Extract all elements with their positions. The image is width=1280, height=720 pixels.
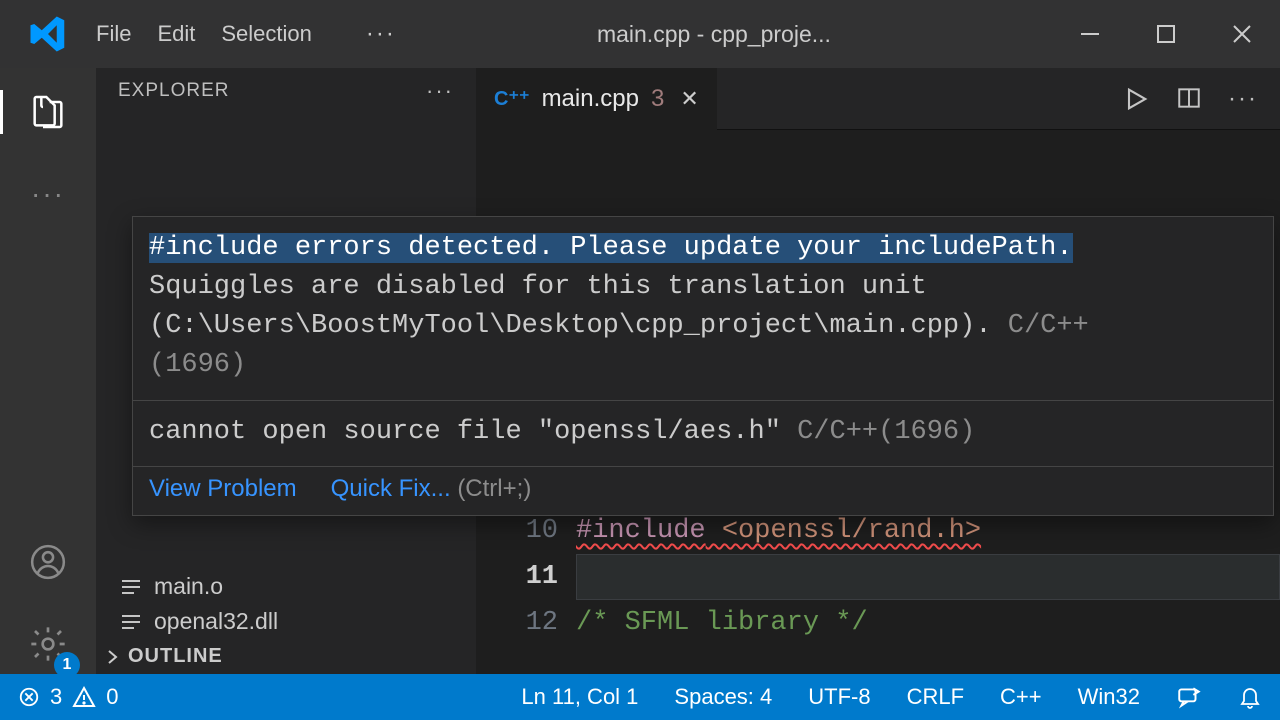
tab-close-icon[interactable]: ✕ xyxy=(680,86,698,112)
warning-icon xyxy=(72,685,96,709)
window-title: main.cpp - cpp_proje... xyxy=(376,21,1052,48)
file-name: openal32.dll xyxy=(154,608,278,635)
view-problem-link[interactable]: View Problem xyxy=(149,475,297,503)
file-name: main.o xyxy=(154,573,223,600)
menu-file[interactable]: File xyxy=(96,21,131,47)
status-indent[interactable]: Spaces: 4 xyxy=(656,674,790,720)
hover-message-2: cannot open source file "openssl/aes.h" … xyxy=(133,400,1273,466)
window-controls xyxy=(1052,0,1280,68)
activity-settings-icon[interactable]: 1 xyxy=(0,614,96,674)
settings-badge: 1 xyxy=(54,652,80,674)
outline-section[interactable]: OUTLINE xyxy=(96,639,476,674)
file-item[interactable]: main.o xyxy=(96,569,476,604)
outline-label: OUTLINE xyxy=(128,645,223,668)
split-editor-icon[interactable] xyxy=(1176,85,1202,113)
line-number: 12 xyxy=(476,600,558,646)
error-count: 3 xyxy=(50,684,62,710)
menu-selection[interactable]: Selection xyxy=(221,21,312,47)
status-feedback-icon[interactable] xyxy=(1158,674,1220,720)
status-encoding[interactable]: UTF-8 xyxy=(790,674,888,720)
chevron-right-icon xyxy=(104,648,122,666)
status-problems[interactable]: 3 0 xyxy=(0,674,137,720)
status-cursor-position[interactable]: Ln 11, Col 1 xyxy=(503,674,656,720)
editor-actions: ··· xyxy=(1122,85,1280,113)
hover-text: (C:\Users\BoostMyTool\Desktop\cpp_projec… xyxy=(149,311,992,341)
vscode-logo-icon xyxy=(0,14,96,54)
run-icon[interactable] xyxy=(1122,85,1150,113)
line-number-current: 11 xyxy=(476,554,558,600)
status-eol[interactable]: CRLF xyxy=(889,674,982,720)
minimize-button[interactable] xyxy=(1052,0,1128,68)
quick-fix-link[interactable]: Quick Fix... (Ctrl+;) xyxy=(331,475,532,503)
file-list: main.o openal32.dll xyxy=(96,559,476,639)
title-bar: File Edit Selection ··· main.cpp - cpp_p… xyxy=(0,0,1280,68)
maximize-button[interactable] xyxy=(1128,0,1204,68)
tab-filename: main.cpp xyxy=(542,85,639,113)
menu-bar: File Edit Selection ··· xyxy=(96,20,396,48)
hover-actions: View Problem Quick Fix... (Ctrl+;) xyxy=(133,466,1273,515)
tab-bar: C⁺⁺ main.cpp 3 ✕ ··· xyxy=(476,68,1280,130)
hover-highlight-text: #include errors detected. Please update … xyxy=(149,233,1073,263)
close-button[interactable] xyxy=(1204,0,1280,68)
hover-message-1: #include errors detected. Please update … xyxy=(133,217,1273,400)
status-language[interactable]: C++ xyxy=(982,674,1060,720)
explorer-title: EXPLORER xyxy=(118,80,229,102)
hover-code: (1696) xyxy=(149,350,246,380)
hover-text: Squiggles are disabled for this translat… xyxy=(149,272,927,302)
lines-icon xyxy=(120,576,142,598)
code-line[interactable]: /* SFML library */ xyxy=(576,600,1280,646)
status-bell-icon[interactable] xyxy=(1220,674,1280,720)
tab-error-count: 3 xyxy=(651,85,664,113)
status-target[interactable]: Win32 xyxy=(1060,674,1158,720)
tab-main-cpp[interactable]: C⁺⁺ main.cpp 3 ✕ xyxy=(476,68,717,130)
hover-source: C/C++ xyxy=(992,311,1089,341)
hover-text: cannot open source file "openssl/aes.h" xyxy=(149,417,781,447)
hover-source: C/C++(1696) xyxy=(781,417,975,447)
main-area: ··· 1 EXPLORER ··· main.o openal32.dll xyxy=(0,68,1280,674)
activity-bar: ··· 1 xyxy=(0,68,96,674)
code-line-current[interactable] xyxy=(576,554,1280,600)
menu-edit[interactable]: Edit xyxy=(157,21,195,47)
cpp-file-icon: C⁺⁺ xyxy=(494,86,530,111)
editor-more-icon[interactable]: ··· xyxy=(1228,85,1258,113)
warning-count: 0 xyxy=(106,684,118,710)
error-icon xyxy=(18,686,40,708)
problem-hover-popup: #include errors detected. Please update … xyxy=(132,216,1274,516)
activity-account-icon[interactable] xyxy=(0,532,96,592)
explorer-more-icon[interactable]: ··· xyxy=(426,78,454,104)
activity-overflow[interactable]: ··· xyxy=(0,164,96,224)
file-item[interactable]: openal32.dll xyxy=(96,604,476,639)
lines-icon xyxy=(120,611,142,633)
status-bar: 3 0 Ln 11, Col 1 Spaces: 4 UTF-8 CRLF C+… xyxy=(0,674,1280,720)
activity-explorer[interactable] xyxy=(0,82,96,142)
